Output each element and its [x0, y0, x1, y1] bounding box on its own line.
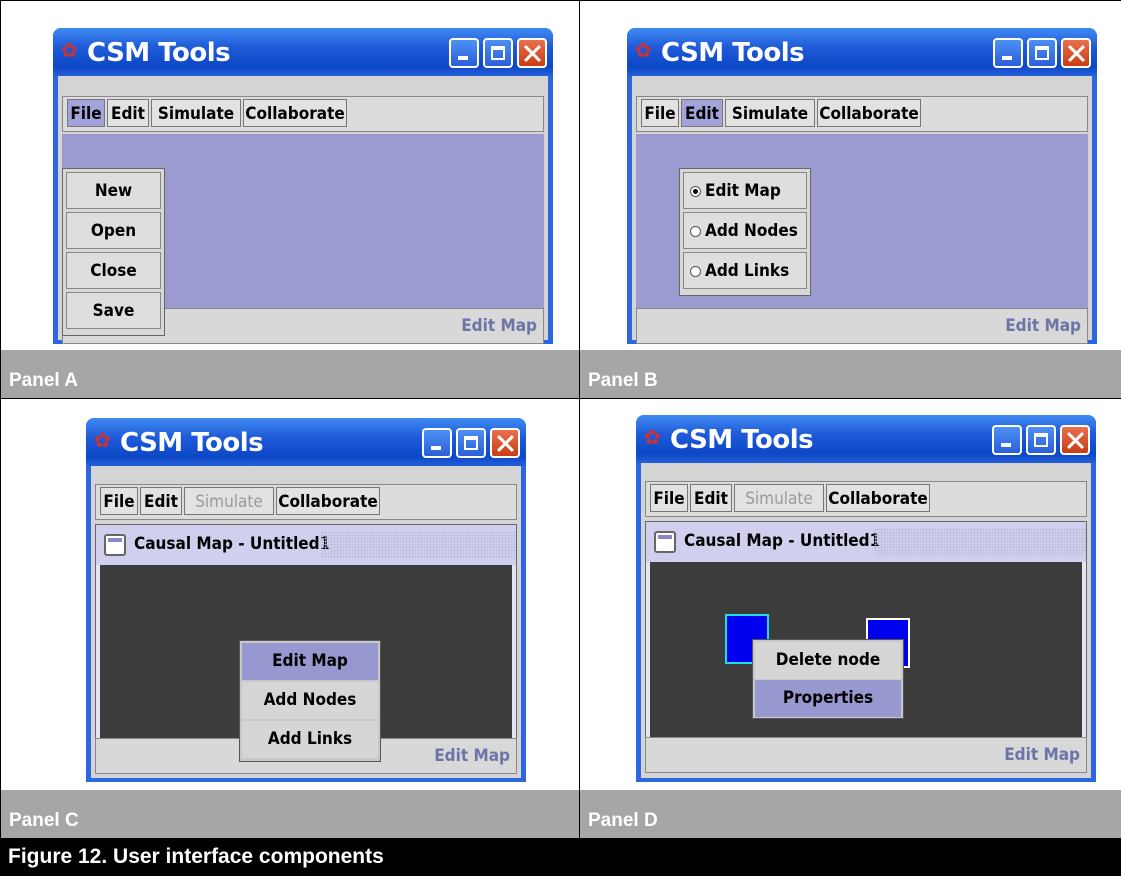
- context-item-add-nodes[interactable]: Add Nodes: [242, 682, 378, 719]
- title-bar[interactable]: ✿ CSM Tools: [53, 28, 553, 76]
- close-button[interactable]: [517, 38, 547, 68]
- title-texture: [874, 528, 1086, 556]
- grid-line-top: [0, 0, 1121, 1]
- menu-bar: File Edit Simulate Collaborate: [95, 484, 517, 520]
- window-title: CSM Tools: [87, 38, 231, 68]
- context-item-properties[interactable]: Properties: [755, 680, 901, 717]
- file-dropdown-menu: New Open Close Save: [62, 168, 165, 336]
- grid-line-middle: [579, 0, 580, 838]
- status-text: Edit Map: [1004, 745, 1080, 765]
- menu-edit[interactable]: Edit: [107, 99, 149, 127]
- panel-b-label: Panel B: [580, 350, 1121, 398]
- context-menu: Delete node Properties: [752, 639, 904, 719]
- menu-item-label: Edit Map: [705, 181, 781, 201]
- maximize-button[interactable]: [1027, 38, 1057, 68]
- menu-item-add-links[interactable]: Add Links: [683, 252, 807, 289]
- internal-frame-title-bar[interactable]: Causal Map - Untitled1: [646, 522, 1086, 562]
- radio-icon: [690, 225, 701, 237]
- menu-item-label: Add Links: [705, 261, 790, 281]
- status-bar: Edit Map: [645, 737, 1087, 773]
- app-window-a: ✿ CSM Tools File Edit Simulate Collabora…: [53, 28, 553, 344]
- client-area: File Edit Simulate Collaborate Edit Map …: [632, 76, 1092, 344]
- menu-collaborate[interactable]: Collaborate: [243, 99, 347, 127]
- context-item-delete-node[interactable]: Delete node: [755, 642, 901, 679]
- menu-item-edit-map[interactable]: Edit Map: [683, 172, 807, 209]
- status-bar: Edit Map: [636, 308, 1088, 344]
- context-item-add-links[interactable]: Add Links: [242, 721, 378, 758]
- menu-collaborate[interactable]: Collaborate: [817, 99, 921, 127]
- menu-file[interactable]: File: [67, 99, 105, 127]
- window-title: CSM Tools: [120, 428, 264, 458]
- menu-bar: File Edit Simulate Collaborate: [62, 96, 544, 132]
- app-window-c: ✿ CSM Tools File Edit Simulate Collabora…: [86, 418, 526, 782]
- close-button[interactable]: [1060, 425, 1090, 455]
- figure-caption: Figure 12. User interface components: [0, 838, 1121, 876]
- app-icon: ✿: [644, 427, 661, 449]
- title-bar[interactable]: ✿ CSM Tools: [627, 28, 1097, 76]
- minimize-button[interactable]: [992, 425, 1022, 455]
- menu-item-label: Add Nodes: [705, 221, 798, 241]
- edit-dropdown-menu: Edit Map Add Nodes Add Links: [679, 168, 811, 296]
- menu-file[interactable]: File: [641, 99, 679, 127]
- context-menu: Edit Map Add Nodes Add Links: [239, 640, 381, 762]
- menu-collaborate[interactable]: Collaborate: [276, 487, 380, 515]
- figure: Panel A Panel B Panel C Panel D ✿ CSM To…: [0, 0, 1121, 876]
- menu-file[interactable]: File: [100, 487, 138, 515]
- app-window-d: ✿ CSM Tools File Edit Simulate Collabora…: [636, 415, 1096, 782]
- maximize-button[interactable]: [483, 38, 513, 68]
- menu-item-add-nodes[interactable]: Add Nodes: [683, 212, 807, 249]
- client-area: File Edit Simulate Collaborate Edit Map …: [58, 76, 548, 344]
- menu-bar: File Edit Simulate Collaborate: [636, 96, 1088, 132]
- menu-item-save[interactable]: Save: [66, 292, 161, 329]
- menu-simulate[interactable]: Simulate: [151, 99, 241, 127]
- window-title: CSM Tools: [661, 38, 805, 68]
- menu-file[interactable]: File: [650, 484, 688, 512]
- menu-item-new[interactable]: New: [66, 172, 161, 209]
- internal-frame-title: Causal Map - Untitled1: [134, 534, 331, 554]
- menu-collaborate[interactable]: Collaborate: [826, 484, 930, 512]
- minimize-button[interactable]: [449, 38, 479, 68]
- app-icon: ✿: [94, 430, 111, 452]
- app-icon: ✿: [61, 40, 78, 62]
- menu-edit[interactable]: Edit: [690, 484, 732, 512]
- panel-a-label: Panel A: [1, 350, 579, 398]
- minimize-button[interactable]: [422, 428, 452, 458]
- panel-d-label: Panel D: [580, 790, 1121, 838]
- window-icon: [104, 534, 126, 556]
- menu-simulate[interactable]: Simulate: [734, 484, 824, 512]
- grid-line-row: [0, 398, 1121, 399]
- app-window-b: ✿ CSM Tools File Edit Simulate Collabora…: [627, 28, 1097, 344]
- radio-selected-icon: [690, 185, 701, 197]
- menu-edit[interactable]: Edit: [681, 99, 723, 127]
- app-icon: ✿: [635, 40, 652, 62]
- internal-frame-title: Causal Map - Untitled1: [684, 531, 881, 551]
- radio-icon: [690, 265, 701, 277]
- title-bar[interactable]: ✿ CSM Tools: [86, 418, 526, 466]
- panel-c-label: Panel C: [1, 790, 579, 838]
- menu-edit[interactable]: Edit: [140, 487, 182, 515]
- close-button[interactable]: [1061, 38, 1091, 68]
- title-bar[interactable]: ✿ CSM Tools: [636, 415, 1096, 463]
- window-icon: [654, 531, 676, 553]
- menu-item-open[interactable]: Open: [66, 212, 161, 249]
- maximize-button[interactable]: [456, 428, 486, 458]
- internal-frame-title-bar[interactable]: Causal Map - Untitled1: [96, 525, 516, 565]
- grid-line-left: [0, 0, 1, 838]
- menu-item-close[interactable]: Close: [66, 252, 161, 289]
- context-item-edit-map[interactable]: Edit Map: [242, 643, 378, 680]
- client-area: File Edit Simulate Collaborate Causal Ma…: [91, 466, 521, 778]
- client-area: File Edit Simulate Collaborate Causal Ma…: [641, 463, 1091, 778]
- menu-simulate[interactable]: Simulate: [184, 487, 274, 515]
- menu-simulate[interactable]: Simulate: [725, 99, 815, 127]
- menu-bar: File Edit Simulate Collaborate: [645, 481, 1087, 517]
- close-button[interactable]: [490, 428, 520, 458]
- status-text: Edit Map: [461, 316, 537, 336]
- title-texture: [321, 531, 516, 559]
- minimize-button[interactable]: [993, 38, 1023, 68]
- status-text: Edit Map: [434, 746, 510, 766]
- window-title: CSM Tools: [670, 425, 814, 455]
- maximize-button[interactable]: [1026, 425, 1056, 455]
- status-text: Edit Map: [1005, 316, 1081, 336]
